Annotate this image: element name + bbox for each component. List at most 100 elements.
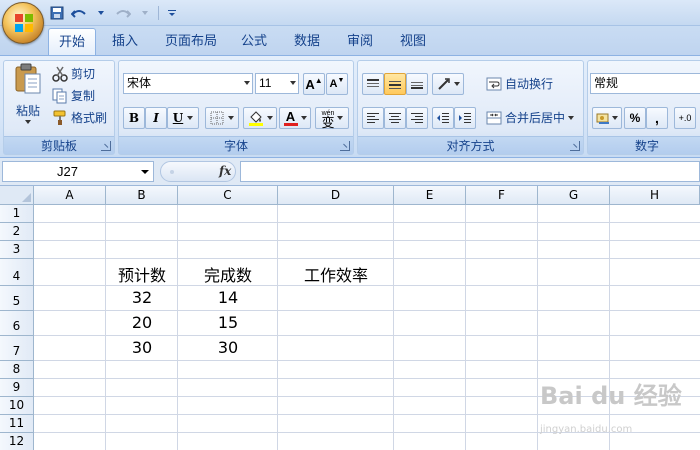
- fill-color-button[interactable]: [243, 107, 277, 129]
- comma-style-button[interactable]: ,: [646, 107, 668, 129]
- undo-icon[interactable]: [70, 4, 88, 22]
- row-header-11[interactable]: 11: [0, 415, 34, 433]
- column-header-b[interactable]: B: [106, 186, 178, 205]
- tab-review[interactable]: 审阅: [337, 28, 383, 54]
- row-header-9[interactable]: 9: [0, 379, 34, 397]
- phonetic-button[interactable]: wén 变: [315, 107, 349, 129]
- gridline: [34, 414, 700, 415]
- row-header-3[interactable]: 3: [0, 241, 34, 259]
- name-box-dropdown-icon[interactable]: [141, 170, 149, 174]
- row-header-5[interactable]: 5: [0, 286, 34, 311]
- font-launcher-icon[interactable]: [340, 141, 350, 151]
- column-header-g[interactable]: G: [538, 186, 610, 205]
- undo-dropdown-icon[interactable]: [92, 4, 110, 22]
- row-header-1[interactable]: 1: [0, 205, 34, 223]
- name-box[interactable]: J27: [2, 161, 154, 182]
- paste-button[interactable]: 粘贴: [10, 63, 46, 124]
- cell-b4[interactable]: 预计数: [106, 262, 178, 286]
- increase-indent-button[interactable]: [454, 107, 476, 129]
- cut-button[interactable]: 剪切: [52, 65, 95, 82]
- underline-icon: U: [172, 111, 184, 125]
- underline-button[interactable]: U: [167, 107, 199, 129]
- underline-dropdown-icon[interactable]: [187, 116, 194, 120]
- column-header-a[interactable]: A: [34, 186, 106, 205]
- number-format-combo[interactable]: 常规: [590, 73, 700, 94]
- align-left-button[interactable]: [362, 107, 384, 129]
- cell-b5[interactable]: 32: [106, 288, 178, 307]
- tab-insert[interactable]: 插入: [102, 28, 148, 54]
- cell-c5[interactable]: 14: [178, 288, 278, 307]
- borders-button[interactable]: [205, 107, 239, 129]
- align-bottom-button[interactable]: [406, 73, 428, 95]
- select-all-corner[interactable]: [0, 186, 34, 205]
- tab-data[interactable]: 数据: [284, 28, 330, 54]
- column-header-d[interactable]: D: [278, 186, 394, 205]
- clipboard-group: 粘贴 剪切 复制 格式刷 剪贴板: [3, 60, 115, 155]
- row-header-4[interactable]: 4: [0, 259, 34, 286]
- align-center-button[interactable]: [384, 107, 406, 129]
- phonetic-dropdown-icon[interactable]: [336, 116, 343, 120]
- fill-color-dropdown-icon[interactable]: [266, 116, 273, 120]
- orientation-button[interactable]: [432, 73, 464, 95]
- grow-font-button[interactable]: A ▲: [303, 73, 325, 95]
- align-middle-button[interactable]: [384, 73, 406, 95]
- increase-decimal-button[interactable]: +.0: [674, 107, 696, 129]
- tab-page-layout[interactable]: 页面布局: [155, 28, 227, 54]
- tab-formulas[interactable]: 公式: [231, 28, 277, 54]
- column-header-h[interactable]: H: [610, 186, 700, 205]
- tab-view[interactable]: 视图: [390, 28, 436, 54]
- alignment-launcher-icon[interactable]: [570, 141, 580, 151]
- column-header-c[interactable]: C: [178, 186, 278, 205]
- row-header-2[interactable]: 2: [0, 223, 34, 241]
- cell-c7[interactable]: 30: [178, 338, 278, 357]
- increase-indent-icon: [459, 113, 471, 123]
- tab-home[interactable]: 开始: [48, 28, 97, 56]
- format-painter-button[interactable]: 格式刷: [52, 109, 107, 126]
- font-name-combo[interactable]: 宋体: [123, 73, 253, 94]
- row-header-8[interactable]: 8: [0, 361, 34, 379]
- merge-center-dropdown-icon[interactable]: [568, 115, 575, 120]
- baidu-watermark: Bai du 经验: [540, 382, 682, 410]
- cell-b7[interactable]: 30: [106, 338, 178, 357]
- accounting-format-button[interactable]: [592, 107, 622, 129]
- accounting-dropdown-icon[interactable]: [612, 116, 618, 120]
- clipboard-launcher-icon[interactable]: [101, 141, 111, 151]
- redo-dropdown-icon[interactable]: [136, 4, 154, 22]
- save-icon[interactable]: [48, 4, 66, 22]
- italic-button[interactable]: I: [145, 107, 167, 129]
- align-right-button[interactable]: [406, 107, 428, 129]
- bold-button[interactable]: B: [123, 107, 145, 129]
- font-size-combo[interactable]: 11: [255, 73, 299, 94]
- font-name-dropdown-icon[interactable]: [244, 81, 250, 85]
- row-header-12[interactable]: 12: [0, 433, 34, 450]
- formula-input[interactable]: [240, 161, 700, 182]
- row-header-7[interactable]: 7: [0, 336, 34, 361]
- borders-dropdown-icon[interactable]: [228, 116, 234, 120]
- customize-qat-icon[interactable]: [163, 4, 181, 22]
- row-header-10[interactable]: 10: [0, 397, 34, 415]
- wrap-text-button[interactable]: 自动换行: [486, 75, 553, 92]
- font-color-button[interactable]: A: [279, 107, 311, 129]
- expand-dots-icon[interactable]: [167, 167, 177, 177]
- column-header-e[interactable]: E: [394, 186, 466, 205]
- cell-c6[interactable]: 15: [178, 313, 278, 332]
- shrink-font-button[interactable]: A ▼: [326, 73, 348, 95]
- insert-function-icon[interactable]: fx: [219, 164, 231, 178]
- cell-d4[interactable]: 工作效率: [278, 262, 394, 286]
- align-right-icon: [411, 113, 423, 123]
- column-header-f[interactable]: F: [466, 186, 538, 205]
- cell-b6[interactable]: 20: [106, 313, 178, 332]
- orientation-dropdown-icon[interactable]: [453, 82, 460, 86]
- align-top-button[interactable]: [362, 73, 384, 95]
- percent-button[interactable]: %: [624, 107, 646, 129]
- copy-button[interactable]: 复制: [52, 87, 95, 104]
- paste-dropdown-icon[interactable]: [25, 120, 31, 124]
- row-header-6[interactable]: 6: [0, 311, 34, 336]
- redo-icon[interactable]: [114, 4, 132, 22]
- font-size-dropdown-icon[interactable]: [290, 81, 296, 85]
- cell-c4[interactable]: 完成数: [178, 262, 278, 286]
- font-color-dropdown-icon[interactable]: [300, 116, 307, 120]
- office-button[interactable]: [2, 2, 44, 44]
- decrease-indent-button[interactable]: [432, 107, 454, 129]
- merge-center-button[interactable]: 合并后居中: [486, 109, 575, 126]
